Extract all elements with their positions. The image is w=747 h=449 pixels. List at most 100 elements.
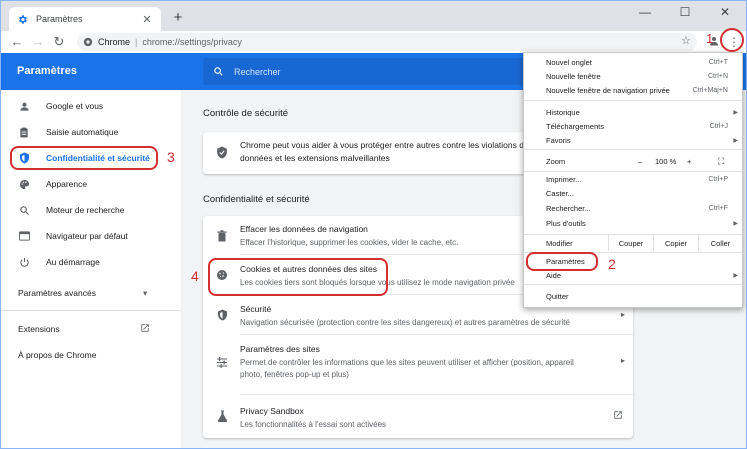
- sidebar-item-label: Saisie automatique: [46, 127, 119, 137]
- menu-label: Nouvel onglet: [546, 57, 592, 67]
- menu-item-downloads[interactable]: Téléchargements Ctrl+J: [524, 119, 742, 133]
- close-window-button[interactable]: ✕: [717, 5, 733, 19]
- fullscreen-icon[interactable]: ⛶: [718, 156, 724, 167]
- menu-item-new-tab[interactable]: Nouvel onglet Ctrl+T: [524, 55, 742, 69]
- row-privacy-sandbox[interactable]: Privacy Sandbox Les fonctionnalités à l'…: [203, 394, 633, 438]
- trash-icon: [216, 230, 228, 242]
- site-chip[interactable]: Chrome: [83, 37, 130, 47]
- browser-toolbar: ← → ↻ Chrome | chrome://settings/privacy…: [1, 31, 746, 53]
- row-subtitle: Permet de contrôler les informations que…: [240, 358, 574, 379]
- row-title: Privacy Sandbox: [240, 406, 304, 416]
- forward-button[interactable]: →: [30, 33, 46, 51]
- menu-item-edit: Modifier Couper Copier Coller: [524, 235, 742, 251]
- clipboard-icon: [18, 126, 30, 138]
- reload-button[interactable]: ↻: [51, 33, 67, 51]
- maximize-button[interactable]: ☐: [677, 5, 693, 19]
- settings-sidebar: Google et vous Saisie automatique Confid…: [1, 90, 181, 448]
- url-text: chrome://settings/privacy: [142, 37, 242, 47]
- row-title: Effacer les données de navigation: [240, 224, 368, 234]
- safety-check-title: Contrôle de sécurité: [203, 108, 289, 119]
- annotation-step-1: 1: [706, 31, 714, 46]
- safety-shield-icon: [216, 146, 228, 161]
- menu-separator: [524, 149, 742, 150]
- menu-label: Quitter: [546, 291, 569, 301]
- zoom-in-button[interactable]: +: [687, 157, 691, 166]
- menu-item-cast[interactable]: Caster...: [524, 186, 742, 200]
- menu-shortcut: Ctrl+J: [709, 122, 728, 130]
- paste-button[interactable]: Coller: [698, 235, 742, 251]
- close-icon[interactable]: ✕: [141, 13, 153, 26]
- menu-label: Imprimer...: [546, 174, 582, 184]
- menu-label: Rechercher...: [546, 203, 591, 213]
- sidebar-item-label: Moteur de recherche: [46, 205, 125, 215]
- zoom-out-button[interactable]: –: [638, 157, 642, 166]
- chevron-right-icon: ▸: [620, 310, 625, 319]
- new-tab-button[interactable]: +: [171, 9, 185, 27]
- cut-button[interactable]: Couper: [608, 235, 653, 251]
- submenu-arrow-icon: ▶: [733, 137, 738, 144]
- minimize-button[interactable]: —: [637, 5, 653, 19]
- menu-item-bookmarks[interactable]: Favoris ▶: [524, 133, 742, 147]
- menu-item-history[interactable]: Historique ▶: [524, 105, 742, 119]
- sidebar-item-google[interactable]: Google et vous: [1, 95, 181, 117]
- menu-separator: [524, 100, 742, 101]
- url-separator: |: [135, 37, 138, 47]
- copy-button[interactable]: Copier: [653, 235, 698, 251]
- chevron-down-icon: ▾: [143, 288, 148, 298]
- row-subtitle: Navigation sécurisée (protection contre …: [240, 318, 570, 327]
- menu-label: Téléchargements: [546, 121, 604, 131]
- menu-item-zoom: Zoom – 100 % + ⛶: [524, 153, 742, 169]
- sidebar-item-search-engine[interactable]: Moteur de recherche: [1, 199, 181, 221]
- sidebar-item-extensions[interactable]: Extensions: [18, 324, 168, 334]
- menu-shortcut: Ctrl+T: [708, 58, 728, 66]
- safety-text-line2: données et les extensions malveillantes: [240, 153, 390, 163]
- menu-item-new-incognito[interactable]: Nouvelle fenêtre de navigation privée Ctr…: [524, 83, 742, 97]
- sidebar-item-about[interactable]: À propos de Chrome: [18, 350, 96, 360]
- annotation-box-privacy: [10, 146, 158, 170]
- address-bar[interactable]: Chrome | chrome://settings/privacy: [77, 33, 697, 51]
- menu-label: Plus d'outils: [546, 218, 586, 228]
- row-subtitle: Les fonctionnalités à l'essai sont activ…: [240, 420, 387, 429]
- annotation-step-4: 4: [191, 268, 199, 284]
- menu-separator: [524, 284, 742, 285]
- bookmark-star-icon[interactable]: ☆: [681, 34, 691, 47]
- back-button[interactable]: ←: [9, 33, 25, 51]
- sidebar-item-autofill[interactable]: Saisie automatique: [1, 121, 181, 143]
- sidebar-item-appearance[interactable]: Apparence: [1, 173, 181, 195]
- safety-text-line1: Chrome peut vous aider à vous protéger e…: [240, 140, 529, 150]
- sidebar-item-label: Au démarrage: [46, 257, 100, 267]
- annotation-step-3: 3: [167, 149, 175, 165]
- menu-item-quit[interactable]: Quitter: [524, 289, 742, 303]
- annotation-box-settings: [526, 252, 598, 271]
- submenu-arrow-icon: ▶: [733, 220, 738, 227]
- shield-icon: [216, 309, 228, 321]
- search-placeholder: Rechercher: [234, 66, 281, 77]
- tab-title: Paramètres: [36, 14, 83, 24]
- sidebar-item-default-browser[interactable]: Navigateur par défaut: [1, 225, 181, 247]
- row-site-settings[interactable]: Paramètres des sites Permet de contrôler…: [203, 334, 633, 394]
- menu-shortcut: Ctrl+P: [708, 175, 728, 183]
- menu-item-more-tools[interactable]: Plus d'outils ▶: [524, 216, 742, 230]
- submenu-arrow-icon: ▶: [733, 109, 738, 116]
- chrome-icon: [83, 37, 93, 47]
- site-chip-label: Chrome: [98, 37, 131, 47]
- menu-item-new-window[interactable]: Nouvelle fenêtre Ctrl+N: [524, 69, 742, 83]
- sidebar-item-startup[interactable]: Au démarrage: [1, 251, 181, 273]
- annotation-box-cookies: [208, 258, 388, 296]
- tab-settings[interactable]: Paramètres ✕: [9, 7, 161, 31]
- row-title: Sécurité: [240, 304, 272, 314]
- menu-item-print[interactable]: Imprimer... Ctrl+P: [524, 172, 742, 186]
- sidebar-extensions-label: Extensions: [18, 324, 60, 334]
- menu-label: Caster...: [546, 188, 574, 198]
- palette-icon: [18, 178, 30, 190]
- open-external-icon[interactable]: [613, 410, 623, 422]
- menu-item-find[interactable]: Rechercher... Ctrl+F: [524, 201, 742, 215]
- sidebar-item-label: Navigateur par défaut: [46, 231, 128, 241]
- menu-shortcut: Ctrl+F: [708, 204, 728, 212]
- sidebar-advanced[interactable]: Paramètres avancés ▾: [18, 288, 168, 298]
- tab-strip: Paramètres ✕ + — ☐ ✕: [1, 1, 746, 31]
- menu-shortcut: Ctrl+Maj+N: [692, 86, 728, 94]
- open-external-icon: [140, 323, 150, 335]
- menu-label: Modifier: [546, 238, 573, 248]
- search-icon: [214, 67, 223, 76]
